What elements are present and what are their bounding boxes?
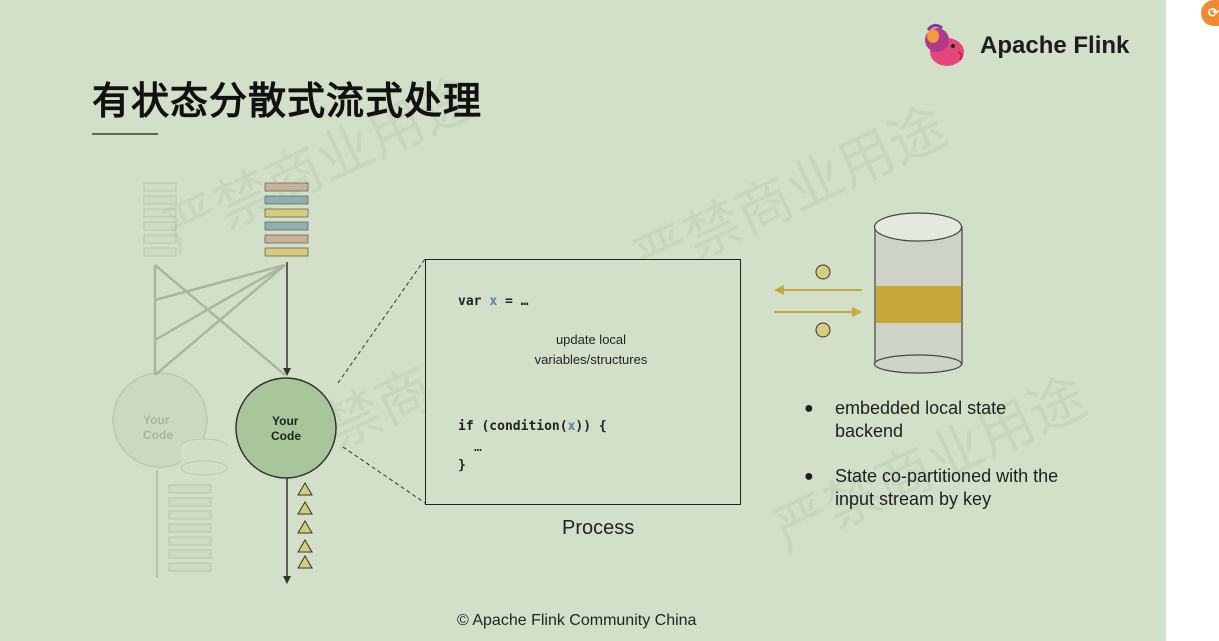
output-records	[297, 482, 313, 569]
code-comment: update local variables/structures	[534, 332, 648, 367]
state-backend-cylinder	[873, 212, 963, 374]
code-line-close: }	[458, 458, 466, 473]
operator-label: Code	[271, 429, 301, 443]
faded-input-records	[143, 182, 177, 257]
process-label: Process	[562, 517, 635, 539]
slide: 严禁商业用途 严禁商业用途 严禁商业用途 严禁商业用途 有状态分散式流式处理 A…	[0, 0, 1166, 641]
faded-operator-label: Code	[143, 428, 173, 442]
code-line-var: var x = …	[458, 294, 529, 309]
footer-copyright: © Apache Flink Community China	[457, 612, 697, 629]
operator-node	[235, 377, 337, 479]
code-line-body: …	[474, 440, 482, 455]
operator-label: Your	[272, 414, 299, 428]
process-code-box: var x = … update local variables/structu…	[425, 259, 741, 505]
state-record	[815, 264, 831, 280]
bullet-item: ● embedded local state backend	[804, 398, 1007, 441]
shuffle-connections	[153, 263, 286, 376]
code-line-if: if (condition(x)) {	[458, 419, 607, 434]
zoom-line	[342, 446, 426, 504]
state-bullets: ● embedded local state backend ● State co-…	[804, 397, 1065, 533]
right-margin	[1166, 0, 1219, 641]
bullet-item: ● State co-partitioned with the input str…	[804, 466, 1059, 509]
input-records	[264, 182, 309, 257]
state-access-arrows	[774, 285, 862, 317]
faded-operator: Your Code	[112, 372, 228, 578]
faded-operator-label: Your	[143, 413, 170, 427]
state-record	[815, 322, 831, 338]
zoom-line	[337, 258, 426, 384]
